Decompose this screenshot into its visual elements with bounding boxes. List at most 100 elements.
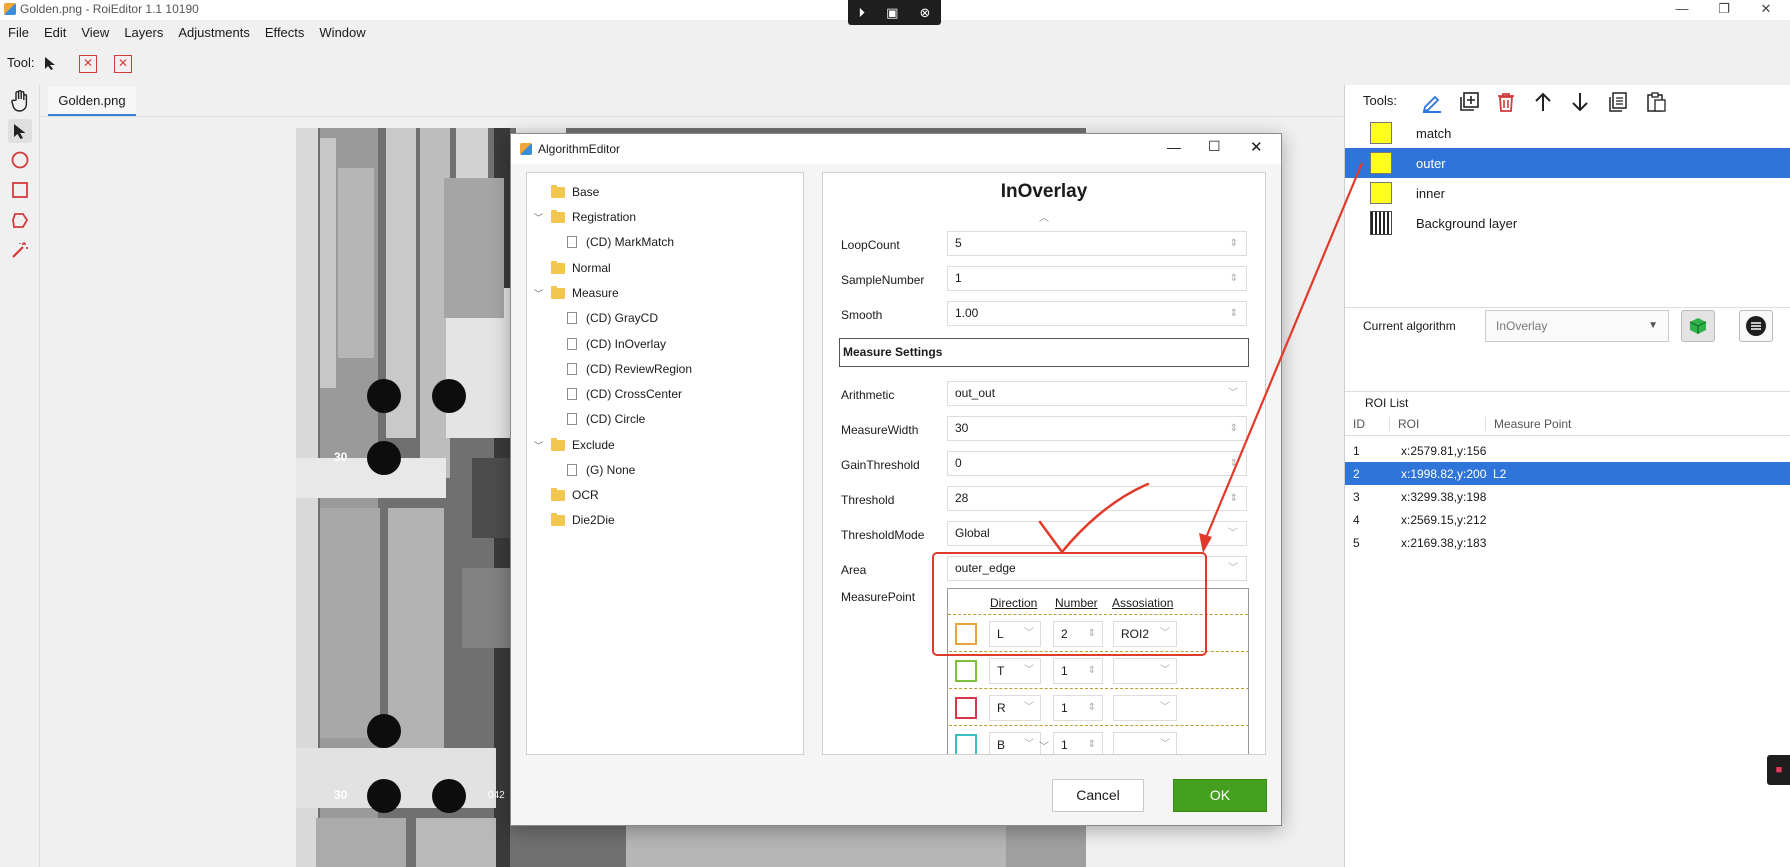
mp-number-spinbox[interactable]: 2 ⇕	[1053, 621, 1103, 647]
delete-roi-icon[interactable]: ✕	[79, 55, 97, 73]
tree-item-markmatch[interactable]: (CD) MarkMatch	[567, 231, 674, 253]
mp-assosiation-select[interactable]: ﹀	[1113, 695, 1177, 721]
move-down-icon[interactable]	[1570, 91, 1590, 113]
hand-icon[interactable]	[8, 89, 32, 113]
mp-direction-value: R	[997, 701, 1006, 715]
restore-icon[interactable]: ❐	[1714, 1, 1734, 17]
tree-item-crosscenter[interactable]: (CD) CrossCenter	[567, 383, 682, 405]
chevron-down-icon[interactable]: ﹀	[534, 287, 543, 300]
layer-row-background[interactable]: Background layer	[1345, 208, 1790, 238]
ok-button[interactable]: OK	[1173, 779, 1267, 812]
pin-icon[interactable]: ⏵	[859, 5, 866, 21]
tree-item-graycd[interactable]: (CD) GrayCD	[567, 307, 658, 329]
loopcount-spinbox[interactable]: 5 ⇕	[947, 231, 1247, 256]
tree-label: (G) None	[586, 463, 636, 477]
menu-view[interactable]: View	[81, 25, 109, 40]
algorithm-cube-button[interactable]	[1681, 310, 1715, 342]
pointer-icon[interactable]	[44, 56, 57, 71]
expand-down-icon[interactable]: ﹀	[823, 738, 1265, 753]
mp-direction-select[interactable]: T ﹀	[989, 658, 1041, 684]
dialog-minimize-icon[interactable]: —	[1167, 139, 1181, 155]
add-layer-icon[interactable]	[1458, 91, 1480, 113]
screen-icon[interactable]: ▣	[886, 5, 898, 21]
mp-color-swatch[interactable]	[955, 623, 977, 645]
copy-icon[interactable]	[1607, 91, 1629, 113]
tree-item-exclude[interactable]: Exclude	[551, 434, 615, 456]
select-arrow-icon[interactable]	[8, 119, 32, 143]
mp-col-direction: Direction	[990, 596, 1038, 610]
mp-color-swatch[interactable]	[955, 697, 977, 719]
tree-item-die2die[interactable]: Die2Die	[551, 509, 615, 531]
gainthreshold-spinbox[interactable]: 0 ⇕	[947, 451, 1247, 476]
minimize-icon[interactable]: —	[1672, 1, 1692, 16]
tab-golden-png[interactable]: Golden.png	[48, 87, 136, 116]
layer-row-outer[interactable]: outer	[1345, 148, 1790, 178]
mp-assosiation-select[interactable]: ﹀	[1113, 658, 1177, 684]
roi-row[interactable]: 1 x:2579.81,y:1561	[1345, 439, 1790, 462]
circle-tool-icon[interactable]	[8, 148, 32, 172]
roi-table-header: ID ROI Measure Point	[1345, 413, 1790, 436]
tree-item-ocr[interactable]: OCR	[551, 484, 599, 506]
arithmetic-select[interactable]: out_out ﹀	[947, 381, 1247, 406]
close-circle-icon[interactable]: ⊗	[920, 5, 931, 21]
mp-header: Direction Number Assosiation	[948, 589, 1248, 615]
layer-row-match[interactable]: match	[1345, 118, 1790, 148]
roi-row[interactable]: 5 x:2169.38,y:1838	[1345, 531, 1790, 554]
menu-layers[interactable]: Layers	[124, 25, 163, 40]
rectangle-tool-icon[interactable]	[8, 178, 32, 202]
close-icon[interactable]: ✕	[1756, 1, 1776, 17]
move-up-icon[interactable]	[1533, 91, 1553, 113]
roi-row[interactable]: 3 x:3299.38,y:1982	[1345, 485, 1790, 508]
threshold-spinbox[interactable]: 28 ⇕	[947, 486, 1247, 511]
tree-item-registration[interactable]: Registration	[551, 206, 636, 228]
thresholdmode-select[interactable]: Global ﹀	[947, 521, 1247, 546]
menu-adjustments[interactable]: Adjustments	[178, 25, 250, 40]
dialog-close-icon[interactable]: ✕	[1250, 138, 1263, 156]
edit-pen-icon[interactable]	[1421, 91, 1443, 113]
roi-row[interactable]: 4 x:2569.15,y:2126	[1345, 508, 1790, 531]
tree-item-circle[interactable]: (CD) Circle	[567, 408, 645, 430]
menu-file[interactable]: File	[8, 25, 29, 40]
collapse-up-icon[interactable]: ︿	[823, 209, 1265, 224]
layer-row-inner[interactable]: inner	[1345, 178, 1790, 208]
delete-all-roi-icon[interactable]: ✕	[114, 55, 132, 73]
polygon-tool-icon[interactable]	[8, 208, 32, 232]
menu-window[interactable]: Window	[319, 25, 365, 40]
spin-arrows-icon: ⇕	[1087, 628, 1096, 639]
algorithm-settings-button[interactable]	[1739, 310, 1773, 342]
area-select[interactable]: outer_edge ﹀	[947, 556, 1247, 581]
mp-color-swatch[interactable]	[955, 660, 977, 682]
roi-col-measure-point: Measure Point	[1485, 417, 1571, 431]
cancel-button[interactable]: Cancel	[1052, 779, 1144, 812]
arithmetic-value: out_out	[955, 386, 996, 400]
menu-edit[interactable]: Edit	[44, 25, 66, 40]
paste-icon[interactable]	[1645, 91, 1667, 113]
threshold-label: Threshold	[841, 493, 895, 507]
tree-item-inoverlay[interactable]: (CD) InOverlay	[567, 333, 666, 355]
loopcount-label: LoopCount	[841, 238, 900, 252]
smooth-label: Smooth	[841, 308, 883, 322]
dialog-maximize-icon[interactable]: ☐	[1208, 138, 1221, 155]
side-flag-button[interactable]: ■	[1767, 755, 1790, 785]
current-algorithm-select[interactable]: InOverlay ▼	[1485, 310, 1669, 342]
tree-item-measure[interactable]: Measure	[551, 282, 619, 304]
tree-item-reviewregion[interactable]: (CD) ReviewRegion	[567, 358, 692, 380]
measurewidth-spinbox[interactable]: 30 ⇕	[947, 416, 1247, 441]
mp-number-spinbox[interactable]: 1 ⇕	[1053, 695, 1103, 721]
property-pane: InOverlay ︿ LoopCount 5 ⇕ SampleNumber 1 ⇕…	[822, 172, 1266, 755]
mp-direction-select[interactable]: R ﹀	[989, 695, 1041, 721]
chevron-down-icon[interactable]: ﹀	[534, 211, 543, 224]
magic-wand-icon[interactable]	[8, 238, 32, 262]
menu-effects[interactable]: Effects	[265, 25, 305, 40]
chevron-down-icon[interactable]: ﹀	[534, 439, 543, 452]
smooth-spinbox[interactable]: 1.00 ⇕	[947, 301, 1247, 326]
tree-item-base[interactable]: Base	[551, 181, 599, 203]
samplenumber-spinbox[interactable]: 1 ⇕	[947, 266, 1247, 291]
mp-direction-select[interactable]: L ﹀	[989, 621, 1041, 647]
roi-row[interactable]: 2 x:1998.82,y:2004 L2	[1345, 462, 1790, 485]
mp-assosiation-select[interactable]: ROI2 ﹀	[1113, 621, 1177, 647]
trash-icon[interactable]	[1495, 91, 1517, 113]
tree-item-normal[interactable]: Normal	[551, 257, 611, 279]
mp-number-spinbox[interactable]: 1 ⇕	[1053, 658, 1103, 684]
tree-item-none[interactable]: (G) None	[567, 459, 635, 481]
